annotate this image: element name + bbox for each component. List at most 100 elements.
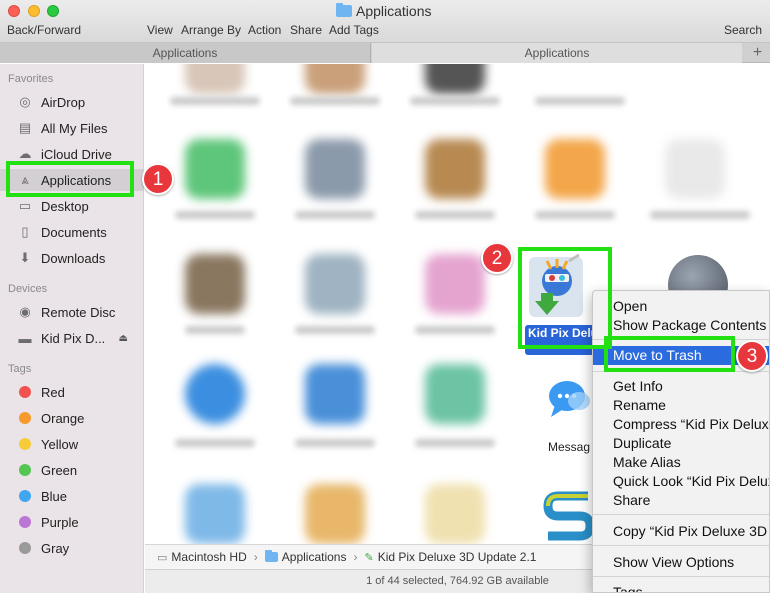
menu-item-open[interactable]: Open (593, 297, 769, 316)
hard-drive-icon: ▭ (157, 551, 168, 564)
sidebar-item-desktop[interactable]: ▭ Desktop (0, 195, 143, 217)
eject-icon[interactable]: ⏏ (119, 333, 128, 344)
new-tab-button[interactable]: + (745, 43, 770, 63)
sidebar-tag-yellow[interactable]: Yellow (0, 433, 143, 455)
app-icon-blurred[interactable] (425, 64, 485, 94)
app-label-blurred (175, 211, 255, 219)
sidebar: Favorites ◎ AirDrop ▤ All My Files ☁ iCl… (0, 64, 144, 593)
app-icon-blurred[interactable] (545, 139, 605, 199)
folder-icon (336, 3, 352, 17)
documents-icon: ▯ (21, 224, 29, 239)
app-icon-blurred[interactable] (425, 139, 485, 199)
sidebar-tag-orange[interactable]: Orange (0, 407, 143, 429)
menu-item-show-view-options[interactable]: Show View Options (593, 553, 769, 572)
sidebar-tag-blue[interactable]: Blue (0, 485, 143, 507)
highlight-box-move-to-trash (604, 336, 735, 372)
purple-tag-dot-icon (19, 516, 31, 528)
add-tags-button[interactable]: Add Tags (329, 23, 379, 37)
highlight-box-kid-pix (518, 247, 612, 349)
sidebar-item-label: Orange (41, 410, 85, 426)
app-label-blurred (295, 439, 375, 447)
app-icon-blurred[interactable] (185, 64, 245, 94)
sidebar-item-remote-disc[interactable]: ◉ Remote Disc (0, 301, 143, 323)
action-button[interactable]: Action (248, 23, 281, 37)
app-icon-blurred[interactable] (665, 139, 725, 199)
sidebar-item-label: iCloud Drive (41, 146, 112, 162)
sidebar-item-label: Kid Pix D... (41, 330, 106, 346)
sidebar-item-label: Downloads (41, 250, 106, 266)
sidebar-item-label: Documents (41, 224, 107, 240)
tab-applications-1[interactable]: Applications (0, 43, 371, 63)
devices-heading: Devices (8, 283, 48, 295)
disc-icon: ◉ (19, 304, 31, 319)
gray-tag-dot-icon (19, 542, 31, 554)
app-icon-blurred[interactable] (425, 254, 485, 314)
tab-applications-2[interactable]: Applications (372, 43, 742, 63)
app-icon-blurred[interactable] (305, 64, 365, 94)
sidebar-item-label: Remote Disc (41, 304, 116, 320)
app-icon-blurred[interactable] (185, 364, 245, 424)
menu-item-share[interactable]: Share (593, 491, 769, 510)
s-app-icon[interactable] (540, 486, 598, 544)
sidebar-tag-red[interactable]: Red (0, 381, 143, 403)
menu-item-make-alias[interactable]: Make Alias (593, 453, 769, 472)
menu-item-copy[interactable]: Copy “Kid Pix Deluxe 3D (593, 522, 769, 541)
app-icon-blurred[interactable] (185, 254, 245, 314)
desktop-icon: ▭ (18, 198, 32, 213)
search-button[interactable]: Search (724, 23, 762, 37)
app-icon-blurred[interactable] (425, 364, 485, 424)
path-item-macintosh-hd[interactable]: Macintosh HD (171, 550, 246, 564)
path-item-kid-pix[interactable]: Kid Pix Deluxe 3D Update 2.1 (378, 550, 537, 564)
share-button[interactable]: Share (290, 23, 322, 37)
downloads-icon: ⬇ (19, 250, 31, 265)
sidebar-item-downloads[interactable]: ⬇ Downloads (0, 247, 143, 269)
view-button[interactable]: View (147, 23, 173, 37)
menu-item-rename[interactable]: Rename (593, 396, 769, 415)
sidebar-tag-gray[interactable]: Gray (0, 537, 143, 559)
messages-app-icon[interactable] (547, 375, 593, 421)
folder-icon (264, 550, 278, 562)
menu-item-show-package-contents[interactable]: Show Package Contents (593, 316, 769, 335)
app-icon-blurred[interactable] (185, 484, 245, 544)
sidebar-item-kid-pix-disk[interactable]: ▬ Kid Pix D... ⏏ (0, 327, 143, 349)
step-badge-1: 1 (142, 163, 174, 195)
app-icon-blurred[interactable] (425, 484, 485, 544)
step-badge-2: 2 (481, 242, 513, 274)
path-item-applications[interactable]: Applications (282, 550, 347, 564)
app-label-blurred (290, 97, 380, 105)
sidebar-tag-green[interactable]: Green (0, 459, 143, 481)
app-icon-blurred[interactable] (305, 484, 365, 544)
orange-tag-dot-icon (19, 412, 31, 424)
arrange-by-button[interactable]: Arrange By (181, 23, 241, 37)
back-forward-button[interactable]: Back/Forward (7, 23, 81, 37)
window-title: Applications (336, 3, 432, 19)
sidebar-item-airdrop[interactable]: ◎ AirDrop (0, 91, 143, 113)
menu-item-tags[interactable]: Tags... (593, 583, 769, 592)
menu-separator (593, 576, 769, 577)
sidebar-tag-purple[interactable]: Purple (0, 511, 143, 533)
menu-item-quick-look[interactable]: Quick Look “Kid Pix Delux (593, 472, 769, 491)
sidebar-item-label: Purple (41, 514, 79, 530)
close-window-button[interactable] (8, 5, 20, 17)
sidebar-item-documents[interactable]: ▯ Documents (0, 221, 143, 243)
menu-item-get-info[interactable]: Get Info (593, 377, 769, 396)
window-toolbar: Applications Back/Forward View Arrange B… (0, 0, 770, 43)
app-icon-blurred[interactable] (305, 254, 365, 314)
app-label-blurred (175, 439, 255, 447)
menu-item-duplicate[interactable]: Duplicate (593, 434, 769, 453)
menu-item-compress[interactable]: Compress “Kid Pix Delux (593, 415, 769, 434)
app-icon-blurred[interactable] (305, 139, 365, 199)
sidebar-item-all-my-files[interactable]: ▤ All My Files (0, 117, 143, 139)
sidebar-item-label: Green (41, 462, 78, 478)
menu-separator (593, 545, 769, 546)
red-tag-dot-icon (19, 386, 31, 398)
tags-heading: Tags (8, 363, 32, 375)
minimize-window-button[interactable] (28, 5, 40, 17)
app-label-blurred (415, 326, 495, 334)
sidebar-item-label: Blue (41, 488, 68, 504)
drive-icon: ▬ (18, 330, 32, 346)
zoom-window-button[interactable] (47, 5, 59, 17)
app-icon-blurred[interactable] (185, 139, 245, 199)
all-files-icon: ▤ (18, 120, 32, 135)
app-icon-blurred[interactable] (305, 364, 365, 424)
